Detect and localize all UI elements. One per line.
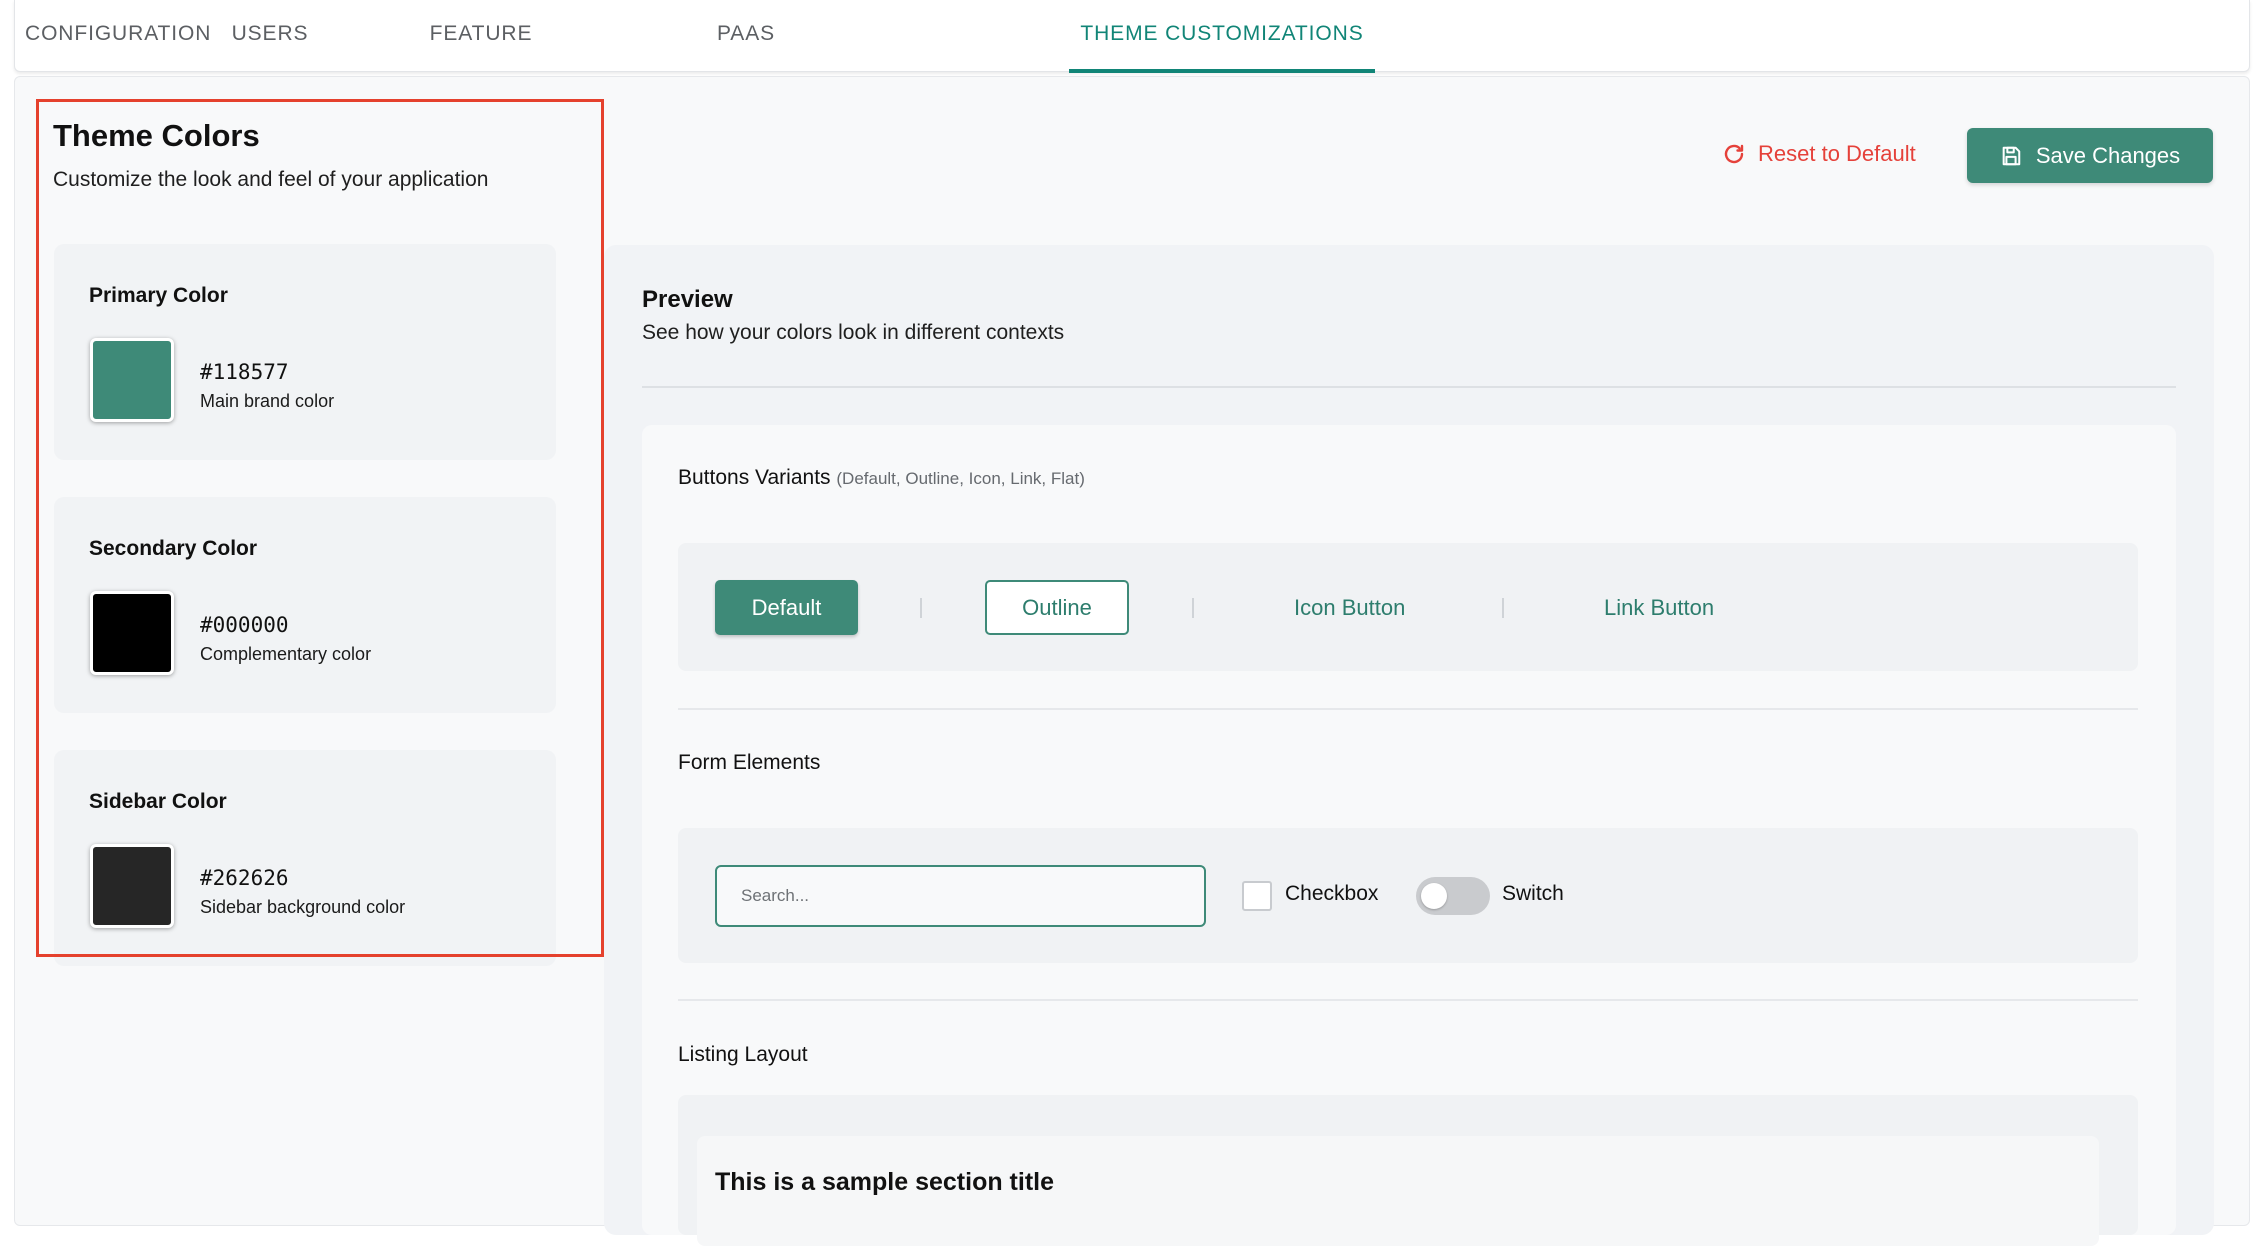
checkbox[interactable]: [1242, 881, 1272, 911]
tab-paas-customizations[interactable]: PAAS CUSTOMIZATIONS: [615, 0, 877, 113]
preview-subtitle: See how your colors look in different co…: [642, 321, 1065, 344]
search-input[interactable]: [715, 865, 1206, 927]
divider: [678, 999, 2138, 1001]
reset-to-default-button[interactable]: Reset to Default: [1722, 136, 1916, 172]
link-button[interactable]: Link Button: [1604, 580, 1714, 635]
theme-colors-title: Theme Colors: [53, 118, 260, 153]
color-card-label: Primary Color: [89, 284, 228, 307]
default-button[interactable]: Default: [715, 580, 858, 635]
outline-button[interactable]: Outline: [985, 580, 1129, 635]
checkbox-label: Checkbox: [1285, 882, 1379, 905]
sidebar-color-hex: #262626: [200, 866, 289, 890]
primary-color-card: Primary Color #118577 Main brand color: [54, 244, 556, 460]
tab-theme-customizations[interactable]: THEME CUSTOMIZATIONS: [1069, 0, 1375, 73]
listing-layout-label: Listing Layout: [678, 1043, 808, 1066]
buttons-preview-box: [678, 543, 2138, 671]
primary-color-description: Main brand color: [200, 391, 335, 411]
divider: [1502, 598, 1504, 618]
refresh-icon: [1722, 142, 1746, 166]
divider: [678, 708, 2138, 710]
section-title: Buttons Variants: [678, 466, 831, 489]
primary-color-swatch[interactable]: [90, 338, 174, 422]
divider: [1192, 598, 1194, 618]
switch-label: Switch: [1502, 882, 1564, 905]
preview-title: Preview: [642, 286, 733, 313]
tab-feature-capabilities[interactable]: FEATURE CAPABILITIES: [360, 0, 602, 113]
save-label: Save Changes: [2035, 142, 2181, 168]
secondary-color-swatch[interactable]: [90, 591, 174, 675]
form-elements-label: Form Elements: [678, 751, 821, 774]
color-card-label: Secondary Color: [89, 537, 258, 560]
floppy-disk-icon: [2000, 145, 2022, 167]
secondary-color-description: Complementary color: [200, 644, 372, 664]
secondary-color-hex: #000000: [200, 613, 289, 637]
theme-colors-subtitle: Customize the look and feel of your appl…: [53, 168, 489, 191]
section-note: (Default, Outline, Icon, Link, Flat): [836, 469, 1085, 488]
tab-users[interactable]: USERS: [220, 0, 320, 72]
sample-section-title: This is a sample section title: [715, 1168, 1055, 1196]
sidebar-color-description: Sidebar background color: [200, 897, 406, 917]
save-changes-button[interactable]: Save Changes: [1967, 128, 2213, 183]
color-card-label: Sidebar Color: [89, 790, 227, 813]
switch-knob: [1421, 883, 1447, 909]
reset-label: Reset to Default: [1758, 141, 1916, 166]
icon-button[interactable]: Icon Button: [1294, 580, 1405, 635]
divider: [642, 386, 2176, 388]
sidebar-color-card: Sidebar Color #262626 Sidebar background…: [54, 750, 556, 966]
divider: [920, 598, 922, 618]
primary-color-hex: #118577: [200, 360, 289, 384]
tab-configuration[interactable]: CONFIGURATION: [25, 0, 210, 72]
secondary-color-card: Secondary Color #000000 Complementary co…: [54, 497, 556, 713]
sidebar-color-swatch[interactable]: [90, 844, 174, 928]
tabs-bar: CONFIGURATION USERS FEATURE CAPABILITIES…: [14, 0, 2250, 113]
switch-toggle[interactable]: [1416, 877, 1490, 915]
buttons-variants-label: Buttons Variants (Default, Outline, Icon…: [678, 466, 1085, 490]
